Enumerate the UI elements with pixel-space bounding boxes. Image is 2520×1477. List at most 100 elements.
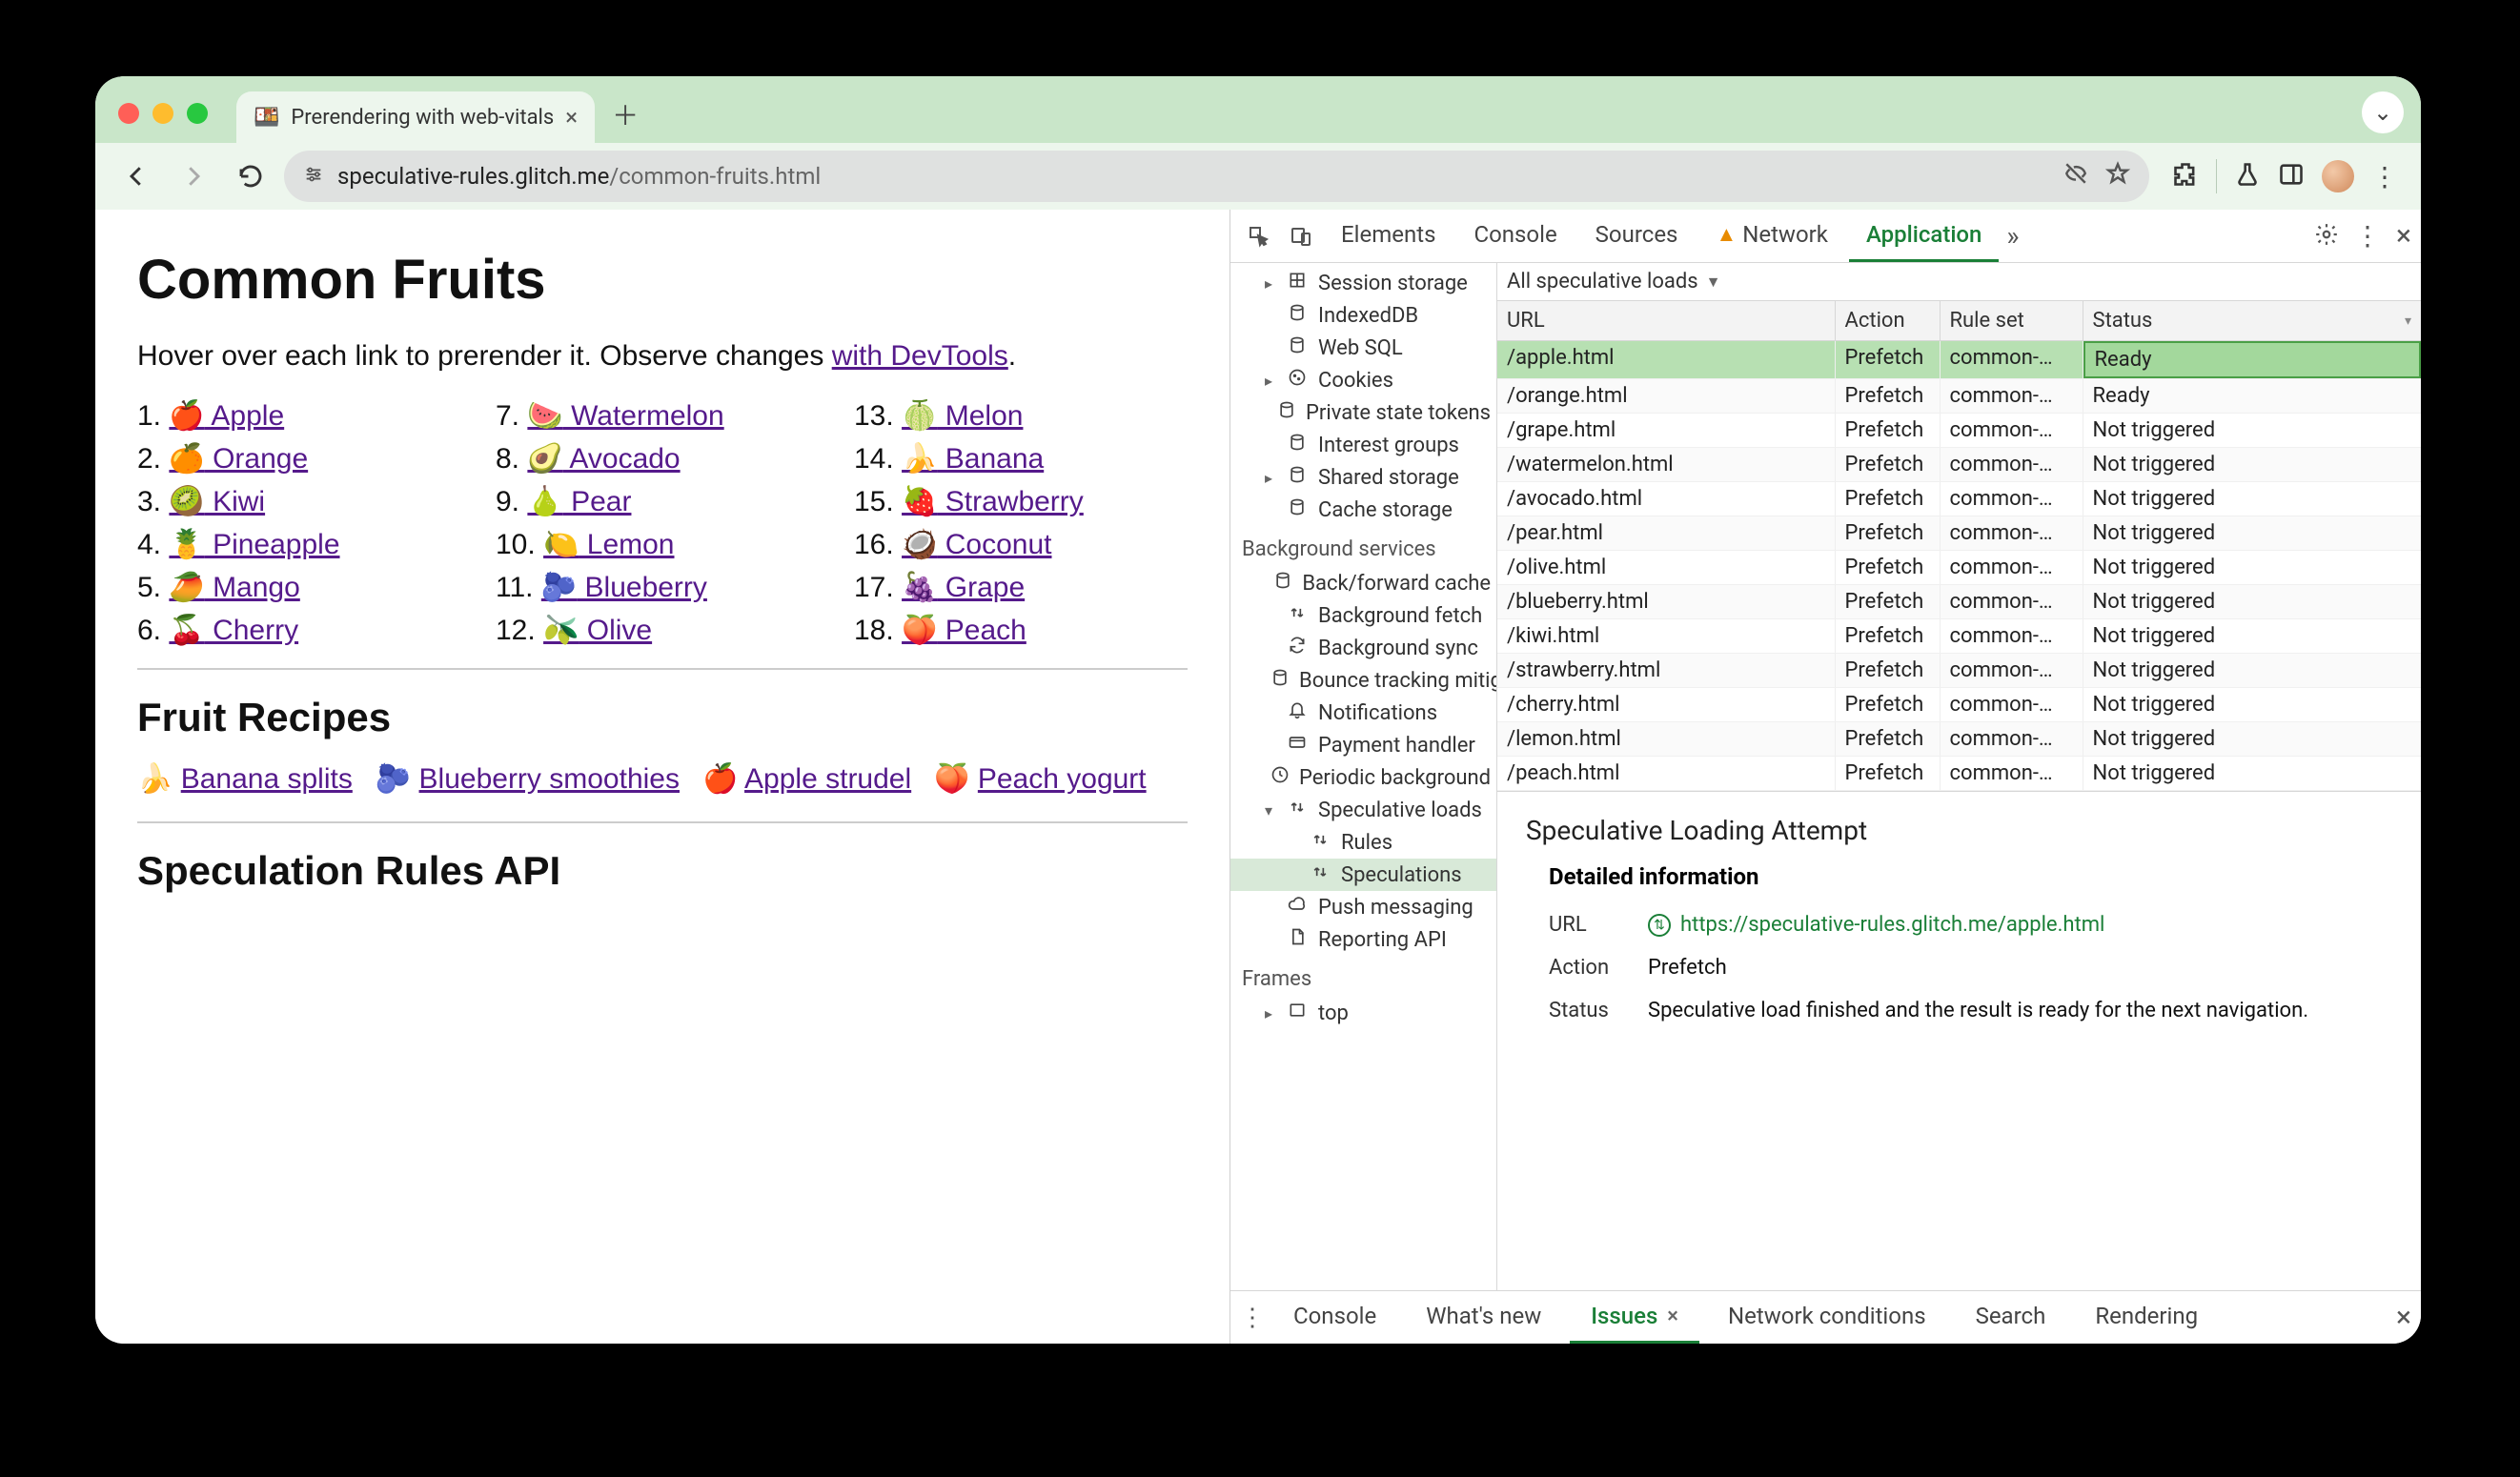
- recipe-link[interactable]: Apple strudel: [744, 763, 911, 795]
- extensions-icon[interactable]: [2172, 161, 2199, 192]
- sidebar-item[interactable]: Background sync: [1230, 632, 1496, 664]
- browser-tab[interactable]: 🍱 Prerendering with web-vitals ×: [236, 91, 595, 143]
- fruit-link[interactable]: 🍑 Peach: [902, 615, 1026, 646]
- recipe-link[interactable]: Blueberry smoothies: [419, 763, 680, 795]
- detail-value-url[interactable]: ⇅ https://speculative-rules.glitch.me/ap…: [1648, 913, 2392, 937]
- fruit-link[interactable]: 🍐 Pear: [527, 486, 631, 517]
- fruit-link[interactable]: 🍊 Orange: [169, 443, 308, 475]
- fruit-link[interactable]: 🥝 Kiwi: [169, 486, 265, 517]
- fruit-link[interactable]: 🍌 Banana: [902, 443, 1044, 475]
- devtools-tab-console[interactable]: Console: [1456, 210, 1574, 262]
- sidebar-item[interactable]: ▸Session storage: [1230, 267, 1496, 299]
- fruit-link[interactable]: 🍓 Strawberry: [902, 486, 1084, 517]
- window-close[interactable]: [118, 103, 139, 124]
- drawer-menu-icon[interactable]: ⋮: [1240, 1304, 1265, 1332]
- table-row[interactable]: /peach.html Prefetch common-… Not trigge…: [1497, 757, 2421, 791]
- table-row[interactable]: /watermelon.html Prefetch common-… Not t…: [1497, 448, 2421, 482]
- recipe-link[interactable]: Peach yogurt: [978, 763, 1147, 795]
- table-row[interactable]: /cherry.html Prefetch common-… Not trigg…: [1497, 688, 2421, 722]
- fruit-link[interactable]: 🍈 Melon: [902, 400, 1023, 432]
- sidebar-item[interactable]: Reporting API: [1230, 923, 1496, 956]
- fruit-link[interactable]: 🥭 Mango: [169, 572, 299, 603]
- table-row[interactable]: /avocado.html Prefetch common-… Not trig…: [1497, 482, 2421, 516]
- sidebar-item[interactable]: Background fetch: [1230, 599, 1496, 632]
- sidebar-item[interactable]: Interest groups: [1230, 429, 1496, 461]
- drawer-tab-rendering[interactable]: Rendering: [2074, 1291, 2219, 1344]
- drawer-tab-console[interactable]: Console: [1272, 1291, 1397, 1344]
- sidebar-item[interactable]: Speculations: [1230, 859, 1496, 891]
- fruit-link[interactable]: 🍇 Grape: [902, 572, 1025, 603]
- sidebar-item[interactable]: Private state tokens: [1230, 396, 1496, 429]
- drawer-tab-issues[interactable]: Issues×: [1570, 1291, 1699, 1344]
- sidebar-item[interactable]: ▸top: [1230, 997, 1496, 1029]
- table-row[interactable]: /olive.html Prefetch common-… Not trigge…: [1497, 551, 2421, 585]
- column-header[interactable]: URL: [1497, 301, 1836, 340]
- column-header[interactable]: Status▾: [2083, 301, 2422, 340]
- tabs-overflow-icon[interactable]: »: [2006, 220, 2019, 252]
- devtools-tab-elements[interactable]: Elements: [1324, 210, 1453, 262]
- fruit-link[interactable]: 🍋 Lemon: [543, 529, 674, 560]
- table-row[interactable]: /pear.html Prefetch common-… Not trigger…: [1497, 516, 2421, 551]
- table-row[interactable]: /kiwi.html Prefetch common-… Not trigger…: [1497, 619, 2421, 654]
- column-header[interactable]: Rule set: [1941, 301, 2083, 340]
- table-row[interactable]: /strawberry.html Prefetch common-… Not t…: [1497, 654, 2421, 688]
- table-row[interactable]: /grape.html Prefetch common-… Not trigge…: [1497, 414, 2421, 448]
- fruit-link[interactable]: 🥥 Coconut: [902, 529, 1051, 560]
- settings-gear-icon[interactable]: [2314, 222, 2339, 251]
- inspect-icon[interactable]: [1240, 217, 1278, 255]
- site-settings-icon[interactable]: [303, 164, 324, 190]
- table-row[interactable]: /lemon.html Prefetch common-… Not trigge…: [1497, 722, 2421, 757]
- sidebar-item[interactable]: IndexedDB: [1230, 299, 1496, 332]
- eye-off-icon[interactable]: [2063, 161, 2088, 192]
- fruit-link[interactable]: 🍎 Apple: [169, 400, 284, 432]
- fruit-link[interactable]: 🫐 Blueberry: [541, 572, 707, 603]
- recipe-link[interactable]: Banana splits: [181, 763, 353, 795]
- window-maximize[interactable]: [187, 103, 208, 124]
- speculations-filter[interactable]: All speculative loads ▼: [1497, 263, 2421, 301]
- sidebar-item[interactable]: ▸Cookies: [1230, 364, 1496, 396]
- sidebar-item[interactable]: Payment handler: [1230, 729, 1496, 761]
- table-row[interactable]: /orange.html Prefetch common-… Ready: [1497, 379, 2421, 414]
- devtools-tab-sources[interactable]: Sources: [1578, 210, 1696, 262]
- sidebar-item[interactable]: Notifications: [1230, 697, 1496, 729]
- drawer-tab-network-conditions[interactable]: Network conditions: [1707, 1291, 1947, 1344]
- profile-avatar[interactable]: [2322, 160, 2354, 192]
- fruit-link[interactable]: 🍒 Cherry: [169, 615, 298, 646]
- drawer-tab-what-s-new[interactable]: What's new: [1405, 1291, 1562, 1344]
- table-row[interactable]: /blueberry.html Prefetch common-… Not tr…: [1497, 585, 2421, 619]
- sidebar-item[interactable]: Push messaging: [1230, 891, 1496, 923]
- omnibox[interactable]: speculative-rules.glitch.me/common-fruit…: [284, 151, 2149, 202]
- reload-button[interactable]: [227, 152, 274, 200]
- sidebar-item[interactable]: ▸Shared storage: [1230, 461, 1496, 494]
- devtools-link[interactable]: with DevTools: [832, 340, 1008, 372]
- tab-close-icon[interactable]: ×: [565, 104, 578, 131]
- device-toggle-icon[interactable]: [1282, 217, 1320, 255]
- tab-overflow-button[interactable]: ⌄: [2362, 91, 2404, 133]
- sidebar-item[interactable]: Back/forward cache: [1230, 567, 1496, 599]
- drawer-close-icon[interactable]: ×: [2396, 1301, 2411, 1334]
- window-minimize[interactable]: [152, 103, 173, 124]
- devtools-close-icon[interactable]: ×: [2396, 219, 2411, 253]
- fruit-link[interactable]: 🥑 Avocado: [527, 443, 680, 475]
- labs-icon[interactable]: [2234, 161, 2261, 192]
- sidebar-item[interactable]: ▾Speculative loads: [1230, 794, 1496, 826]
- sidebar-item[interactable]: Bounce tracking mitigations: [1230, 664, 1496, 697]
- bookmark-star-icon[interactable]: [2105, 161, 2130, 192]
- nav-back-button[interactable]: [112, 152, 160, 200]
- fruit-link[interactable]: 🍍 Pineapple: [169, 529, 339, 560]
- sidepanel-icon[interactable]: [2278, 161, 2305, 192]
- new-tab-button[interactable]: ＋: [606, 95, 644, 133]
- sidebar-item[interactable]: Web SQL: [1230, 332, 1496, 364]
- fruit-link[interactable]: 🍉 Watermelon: [527, 400, 723, 432]
- browser-menu-icon[interactable]: ⋮: [2371, 161, 2400, 192]
- column-header[interactable]: Action: [1836, 301, 1941, 340]
- devtools-menu-icon[interactable]: ⋮: [2354, 220, 2381, 252]
- sidebar-item[interactable]: Rules: [1230, 826, 1496, 859]
- sidebar-item[interactable]: Cache storage: [1230, 494, 1496, 526]
- devtools-tab-application[interactable]: Application: [1849, 210, 1999, 262]
- drawer-tab-search[interactable]: Search: [1955, 1291, 2067, 1344]
- fruit-link[interactable]: 🫒 Olive: [543, 615, 652, 646]
- table-row[interactable]: /apple.html Prefetch common-… Ready: [1497, 341, 2421, 379]
- sidebar-item[interactable]: Periodic background sync: [1230, 761, 1496, 794]
- nav-forward-button[interactable]: [170, 152, 217, 200]
